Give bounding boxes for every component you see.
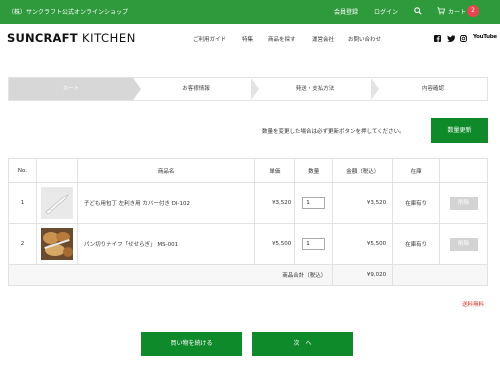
register-link[interactable]: 会員登録 <box>334 7 358 16</box>
step-confirm: 内容確認 <box>379 78 487 100</box>
header-unit-price: 単価 <box>254 158 296 183</box>
quantity-notice: 数量を変更した場合は必ず更新ボタンを押してください。 <box>262 129 405 135</box>
cart-link[interactable]: カート <box>448 7 466 16</box>
table-row: 2 パン切りナイフ「せせらぎ」 MS-001 ¥5,500 1 ¥5,500 在… <box>8 223 488 265</box>
subtotal-label: 商品合計（税込） <box>7 264 334 286</box>
cart-table: No. 商品名 単価 数量 金額（税込） 在庫 1 子ども用包丁 左利き用 カバ… <box>7 158 488 286</box>
logo-main: SUNCRAFT <box>7 31 78 45</box>
product-thumbnail-bread[interactable] <box>40 228 73 260</box>
step-arrow-icon <box>251 78 259 100</box>
row-no: 2 <box>8 223 37 265</box>
step-shipping: 発送・支払方法 <box>259 78 371 100</box>
login-link[interactable]: ログイン <box>374 7 398 16</box>
quantity-input[interactable]: 1 <box>302 197 326 209</box>
header-image <box>35 158 78 183</box>
row-product-name[interactable]: パン切りナイフ「せせらぎ」 MS-001 <box>76 223 256 265</box>
subtotal-value: ¥9,020 <box>332 264 394 286</box>
row-unit-price: ¥3,520 <box>254 182 296 224</box>
delete-button[interactable]: 削除 <box>449 237 478 251</box>
step-shipping-label: 発送・支払方法 <box>295 86 335 92</box>
step-arrow-icon <box>133 78 141 100</box>
next-button[interactable]: 次 へ <box>252 332 353 356</box>
step-cart: カート <box>9 78 133 100</box>
cart-icon[interactable] <box>437 7 445 15</box>
update-quantity-button[interactable]: 数量更新 <box>431 118 488 143</box>
youtube-icon[interactable]: YouTube <box>473 34 497 40</box>
row-stock: 在庫有り <box>392 182 441 224</box>
top-bar: （株）サンクラフト公式オンラインショップ 会員登録 ログイン カート 2 <box>0 0 500 24</box>
table-header-row: No. 商品名 単価 数量 金額（税込） 在庫 <box>8 158 488 183</box>
step-customer: お客様情報 <box>141 78 251 100</box>
checkout-steps: カート お客様情報 発送・支払方法 内容確認 <box>8 77 488 101</box>
step-arrow-icon <box>371 78 379 100</box>
table-row: 1 子ども用包丁 左利き用 カバー付き DI-102 ¥3,520 1 ¥3,5… <box>8 182 488 224</box>
step-cart-label: カート <box>62 86 80 92</box>
nav-features[interactable]: 特集 <box>242 35 253 43</box>
logo-sub: KITCHEN <box>81 31 136 45</box>
product-thumbnail-knife[interactable] <box>40 187 73 219</box>
header-no: No. <box>8 158 37 183</box>
header-amount: 金額（税込） <box>332 158 394 183</box>
header-product-name: 商品名 <box>76 158 256 183</box>
quantity-input[interactable]: 1 <box>302 238 326 250</box>
twitter-icon[interactable] <box>447 35 455 42</box>
row-amount: ¥3,520 <box>332 182 394 224</box>
instagram-icon[interactable] <box>460 35 467 42</box>
search-icon[interactable] <box>414 7 422 15</box>
nav-products[interactable]: 商品を探す <box>268 35 296 43</box>
shop-name[interactable]: （株）サンクラフト公式オンラインショップ <box>8 7 128 16</box>
subtotal-row: 商品合計（税込） ¥9,020 <box>7 264 488 286</box>
header-stock: 在庫 <box>392 158 441 183</box>
row-stock: 在庫有り <box>392 223 441 265</box>
step-confirm-label: 内容確認 <box>421 86 444 92</box>
site-logo[interactable]: SUNCRAFT KITCHEN <box>7 31 136 45</box>
row-amount: ¥5,500 <box>332 223 394 265</box>
nav-company[interactable]: 運営会社 <box>312 35 334 43</box>
facebook-icon[interactable] <box>434 35 441 42</box>
row-product-name[interactable]: 子ども用包丁 左利き用 カバー付き DI-102 <box>76 182 256 224</box>
header-quantity: 数量 <box>294 158 334 183</box>
nav-contact[interactable]: お問い合わせ <box>348 35 381 43</box>
step-customer-label: お客様情報 <box>182 86 210 92</box>
free-shipping-note: 送料無料 <box>462 302 485 308</box>
nav-guide[interactable]: ご利用ガイド <box>193 35 226 43</box>
continue-shopping-button[interactable]: 買い物を続ける <box>141 332 242 356</box>
header-delete <box>439 158 488 183</box>
row-unit-price: ¥5,500 <box>254 223 296 265</box>
cart-count-badge: 2 <box>467 5 479 17</box>
row-no: 1 <box>8 182 37 224</box>
delete-button[interactable]: 削除 <box>449 196 478 210</box>
